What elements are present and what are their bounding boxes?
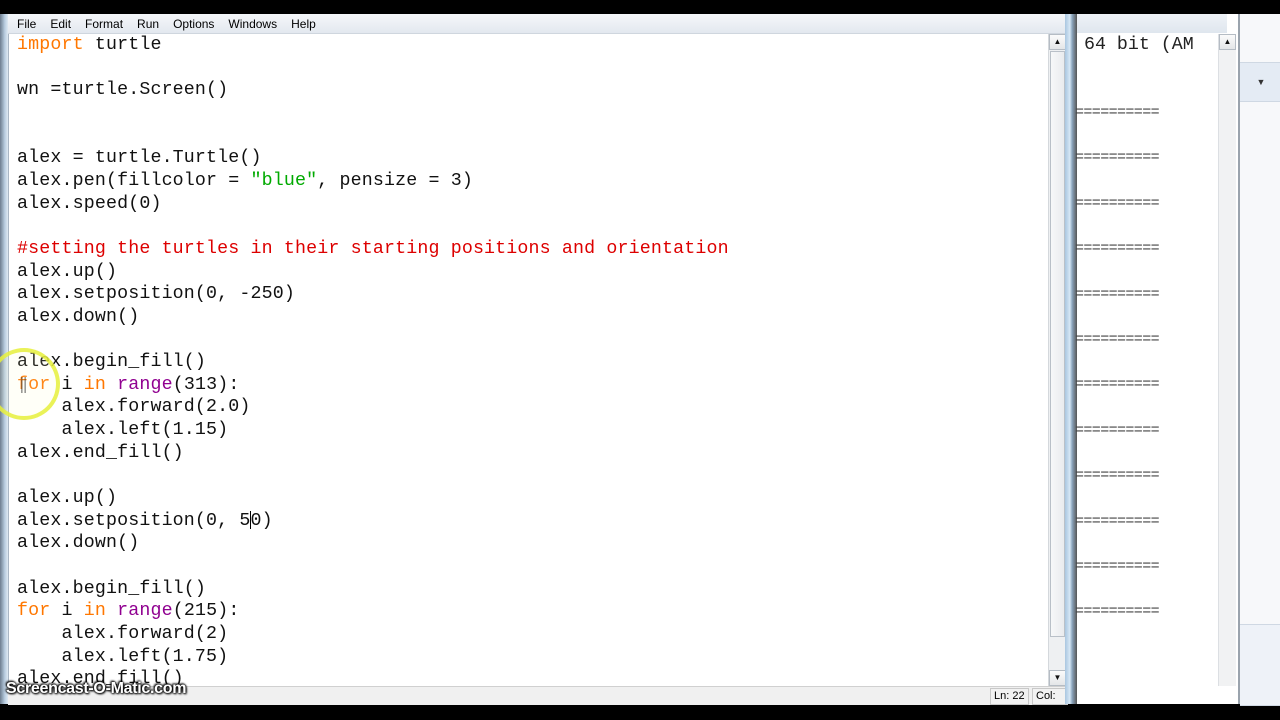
shell-separator-line: ========== bbox=[1075, 421, 1160, 439]
code-line[interactable]: alex.up() bbox=[17, 487, 117, 509]
shell-separator-line: ========== bbox=[1075, 240, 1160, 258]
shell-separator-line: ========== bbox=[1075, 331, 1160, 348]
code-token: alex = turtle.Turtle() bbox=[17, 148, 262, 169]
menubar: File Edit Format Run Options Windows Help bbox=[8, 14, 1068, 34]
line-number-status: Ln: 22 bbox=[990, 688, 1029, 705]
code-line[interactable]: alex.down() bbox=[17, 306, 139, 328]
keyword-token: in bbox=[83, 601, 106, 622]
shell-header-text: 64 bit (AM bbox=[1084, 35, 1194, 55]
code-token: (313): bbox=[172, 374, 240, 395]
right-panel-band bbox=[1240, 624, 1280, 706]
shell-separator-line: ========== bbox=[1075, 104, 1160, 121]
keyword-token: for bbox=[17, 601, 51, 622]
code-token: alex.begin_fill() bbox=[17, 578, 207, 599]
code-token: (215): bbox=[172, 601, 240, 622]
keyword-token: import bbox=[17, 35, 84, 55]
shell-separator-line: ========== bbox=[1075, 558, 1160, 575]
menu-options[interactable]: Options bbox=[164, 17, 219, 31]
code-line[interactable]: alex.left(1.15) bbox=[17, 419, 228, 441]
string-token: "blue" bbox=[250, 170, 318, 191]
builtin-token: range bbox=[117, 601, 173, 622]
code-line[interactable]: wn =turtle.Screen() bbox=[17, 79, 228, 101]
scroll-down-arrow-icon[interactable]: ▼ bbox=[1049, 670, 1066, 686]
code-token: alex.speed(0) bbox=[17, 193, 162, 214]
code-line[interactable]: alex.setposition(0, 50) bbox=[17, 510, 273, 532]
shell-header-bar bbox=[1077, 14, 1227, 33]
code-token: alex.left(1.15) bbox=[17, 420, 229, 441]
code-token: turtle bbox=[83, 35, 162, 55]
code-line[interactable]: alex.forward(2) bbox=[17, 623, 228, 645]
menu-windows[interactable]: Windows bbox=[219, 17, 282, 31]
code-line[interactable]: alex.speed(0) bbox=[17, 193, 162, 215]
code-line[interactable]: import turtle bbox=[17, 34, 162, 56]
code-line[interactable]: alex.down() bbox=[17, 532, 139, 554]
code-token: alex.down() bbox=[17, 306, 140, 327]
code-line[interactable]: alex.up() bbox=[17, 261, 117, 283]
right-background-window: ▼ bbox=[1238, 14, 1280, 706]
shell-separator-line: ========== bbox=[1075, 149, 1160, 167]
editor-vertical-scrollbar[interactable]: ▲ ▼ bbox=[1048, 34, 1066, 686]
code-line[interactable]: #setting the turtles in their starting p… bbox=[17, 238, 729, 260]
menu-edit[interactable]: Edit bbox=[41, 17, 76, 31]
shell-separator-line: ========== bbox=[1075, 285, 1160, 303]
code-token: alex.up() bbox=[17, 261, 118, 282]
column-number-status: Col: 21 bbox=[1032, 688, 1068, 717]
menu-format[interactable]: Format bbox=[76, 17, 128, 31]
builtin-token: range bbox=[117, 374, 173, 395]
code-token: alex.up() bbox=[17, 488, 118, 508]
shell-separator-line: ========== bbox=[1075, 512, 1160, 530]
shell-scroll-up-arrow-icon[interactable]: ▲ bbox=[1219, 34, 1236, 50]
code-token: , pensize = 3) bbox=[317, 170, 473, 191]
scroll-up-arrow-icon[interactable]: ▲ bbox=[1049, 34, 1066, 50]
code-token: alex.setposition(0, 5 bbox=[17, 510, 251, 531]
code-line[interactable]: alex.begin_fill() bbox=[17, 578, 206, 600]
shell-separator-line: ========== bbox=[1075, 194, 1160, 212]
menu-help[interactable]: Help bbox=[282, 17, 321, 31]
menu-run[interactable]: Run bbox=[128, 17, 164, 31]
code-token: alex.down() bbox=[17, 533, 140, 554]
code-line[interactable]: for i in range(215): bbox=[17, 600, 239, 622]
shell-separator-line: ========== bbox=[1075, 467, 1160, 485]
dropdown-arrow-icon[interactable]: ▼ bbox=[1240, 62, 1280, 102]
shell-separator-line: ========== bbox=[1075, 603, 1160, 621]
code-editor[interactable]: import turtle wn =turtle.Screen() alex = t… bbox=[8, 34, 1049, 686]
code-token: alex.end_fill() bbox=[17, 442, 184, 463]
code-line[interactable]: alex.end_fill() bbox=[17, 442, 184, 464]
code-token: alex.pen(fillcolor = bbox=[17, 170, 251, 191]
code-line[interactable]: alex.setposition(0, -250) bbox=[17, 283, 295, 305]
watermark: Screencast-O-Matic.com bbox=[6, 680, 187, 697]
code-token: wn =turtle.Screen() bbox=[17, 80, 229, 101]
code-line[interactable]: alex.pen(fillcolor = "blue", pensize = 3… bbox=[17, 170, 473, 192]
code-token: i bbox=[50, 601, 84, 622]
code-line[interactable]: alex.left(1.75) bbox=[17, 646, 228, 668]
code-token: alex.setposition(0, -250) bbox=[17, 284, 296, 305]
comment-token: #setting the turtles in their starting p… bbox=[17, 238, 729, 259]
shell-vertical-scrollbar[interactable]: ▲ bbox=[1218, 34, 1236, 686]
keyword-token: in bbox=[83, 374, 106, 395]
code-token: alex.forward(2) bbox=[17, 623, 229, 644]
shell-separator-line: ========== bbox=[1075, 376, 1160, 394]
menu-file[interactable]: File bbox=[8, 17, 41, 31]
editor-scroll-thumb[interactable] bbox=[1050, 51, 1065, 637]
code-line[interactable]: alex = turtle.Turtle() bbox=[17, 147, 262, 169]
code-token: alex.left(1.75) bbox=[17, 646, 229, 667]
code-token: 0) bbox=[250, 510, 273, 531]
text-cursor-icon bbox=[21, 377, 26, 393]
